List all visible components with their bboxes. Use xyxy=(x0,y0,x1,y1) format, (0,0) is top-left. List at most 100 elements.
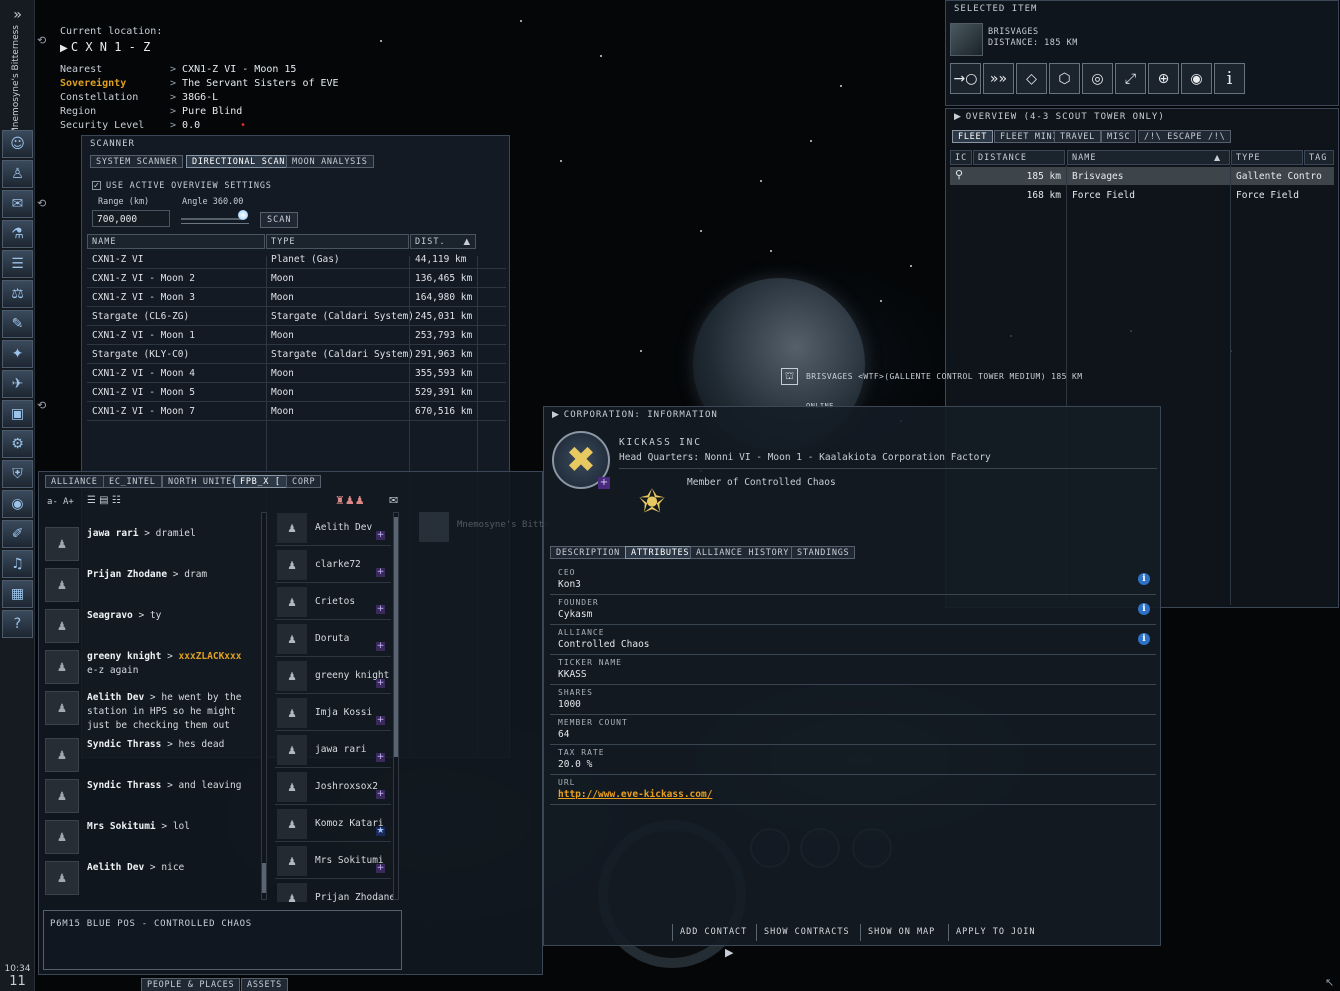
member-scroll-thumb[interactable] xyxy=(394,517,398,757)
scan-result-row[interactable]: CXN1-Z VI - Moon 2 Moon 136,465 km xyxy=(87,269,506,288)
tab-system-scanner[interactable]: SYSTEM SCANNER xyxy=(90,155,184,168)
info-icon[interactable]: i xyxy=(1138,573,1150,585)
member-list-item[interactable]: ♟ Doruta + xyxy=(275,622,391,657)
overview-tab[interactable]: /!\ ESCAPE /!\ xyxy=(1138,130,1232,143)
look-at-icon[interactable]: ◉ xyxy=(1181,63,1212,94)
corp-title[interactable]: ▶ CORPORATION: INFORMATION xyxy=(544,407,1160,423)
corporation-info-window[interactable]: ▶ CORPORATION: INFORMATION ✖ + KICKASS I… xyxy=(543,406,1161,946)
corp-show-on-map-button[interactable]: SHOW ON MAP xyxy=(860,924,942,941)
science-icon[interactable]: ⚗ xyxy=(2,220,33,248)
location-value[interactable]: CXN1-Z VI - Moon 15 xyxy=(170,64,296,75)
col-name[interactable]: NAME xyxy=(87,234,265,249)
location-value[interactable]: The Servant Sisters of EVE xyxy=(170,78,339,89)
member-scrollbar[interactable] xyxy=(393,512,399,900)
use-overview-checkbox[interactable]: ✓ xyxy=(92,181,101,190)
chat-window[interactable]: ALLIANCE EC_INTEL NORTH UNITEC FPB_X [CORP … xyxy=(38,471,549,975)
avatar[interactable]: ♟ xyxy=(277,772,307,802)
overview-col-type[interactable]: TYPE xyxy=(1231,150,1303,165)
overview-col-ic[interactable]: IC xyxy=(950,150,972,165)
col-dist[interactable]: DIST. ▲ xyxy=(410,234,476,249)
avatar[interactable]: ♟ xyxy=(277,735,307,765)
member-list[interactable]: ♟ Aelith Dev + ♟ clarke72 + ♟ Crietos + ♟ Doruta + ♟… xyxy=(39,508,399,902)
scan-result-row[interactable]: CXN1-Z VI - Moon 4 Moon 355,593 km xyxy=(87,364,506,383)
corp-tab[interactable]: DESCRIPTION xyxy=(550,546,626,559)
map-icon[interactable]: ✦ xyxy=(2,340,33,368)
overview-row[interactable]: 168 km Force Field Force Field xyxy=(950,186,1334,204)
warp-icon[interactable]: »» xyxy=(983,63,1014,94)
notepad-icon[interactable]: ✐ xyxy=(2,520,33,548)
scanner-title[interactable]: SCANNER xyxy=(82,136,509,152)
chat-tab[interactable]: NORTH UNITEC xyxy=(162,475,244,488)
calculator-icon[interactable]: ▦ xyxy=(2,580,33,608)
angle-slider[interactable] xyxy=(181,210,249,224)
bracket-label[interactable]: BRISVAGES <WTF>(GALLENTE CONTROL TOWER M… xyxy=(806,372,1082,381)
control-tower-bracket-icon[interactable]: ⛫ xyxy=(781,368,798,385)
list-view-icon[interactable]: ☰ ▤ ☷ xyxy=(87,495,121,506)
member-list-item[interactable]: ♟ Crietos + xyxy=(275,585,391,620)
corporation-icon[interactable]: ⚙ xyxy=(2,430,33,458)
collapse-icon[interactable]: ⟲ xyxy=(37,34,46,47)
font-decrease-button[interactable]: a- xyxy=(47,497,58,507)
open-cargo-icon[interactable]: ◇ xyxy=(1016,63,1047,94)
alliance-logo[interactable]: ✬ xyxy=(626,475,678,527)
overview-tab[interactable]: MISC xyxy=(1101,130,1137,143)
audio-icon[interactable]: ♫ xyxy=(2,550,33,578)
captain-icon[interactable]: ☺ xyxy=(2,130,33,158)
play-icon[interactable]: ▶ xyxy=(725,946,733,959)
market-icon[interactable]: ⚖ xyxy=(2,280,33,308)
member-list-item[interactable]: ♟ Joshroxsox2 + xyxy=(275,770,391,805)
member-list-item[interactable]: ♟ Imja Kossi + xyxy=(275,696,391,731)
corp-add-contact-button[interactable]: ADD CONTACT xyxy=(672,924,754,941)
avatar[interactable]: ♟ xyxy=(277,513,307,543)
member-list-item[interactable]: ♟ Prijan Zhodane xyxy=(275,881,395,902)
chat-tab[interactable]: ALLIANCE xyxy=(45,475,104,488)
member-list-item[interactable]: ♟ Mrs Sokitumi + xyxy=(275,844,391,879)
overview-col-name[interactable]: NAME xyxy=(1067,150,1230,165)
collapse-icon[interactable]: ⟲ xyxy=(37,399,46,412)
system-name[interactable]: ▶ C X N 1 - Z xyxy=(60,40,150,54)
scan-result-row[interactable]: Stargate (KLY-C0) Stargate (Caldari Syste… xyxy=(87,345,506,364)
range-input[interactable]: 700,000 xyxy=(92,210,170,227)
avatar[interactable]: ♟ xyxy=(277,698,307,728)
avatar[interactable]: ♟ xyxy=(277,550,307,580)
scan-button[interactable]: SCAN xyxy=(260,212,299,228)
journal-icon[interactable]: ☰ xyxy=(2,250,33,278)
scan-result-row[interactable]: CXN1-Z VI - Moon 3 Moon 164,980 km xyxy=(87,288,506,307)
alliance-icon[interactable]: ⛨ xyxy=(2,460,33,488)
avatar[interactable]: ♟ xyxy=(277,661,307,691)
overview-row[interactable]: ⚲ 185 km Brisvages Gallente Contro xyxy=(950,167,1334,185)
avatar[interactable]: ♟ xyxy=(277,624,307,654)
location-value[interactable]: 0.0 xyxy=(170,120,200,131)
attribute-value[interactable]: http://www.eve-kickass.com/ xyxy=(558,789,712,800)
chat-bubble-icon[interactable]: ✉ xyxy=(389,494,398,507)
corp-show-contracts-button[interactable]: SHOW CONTRACTS xyxy=(756,924,857,941)
corp-tab[interactable]: ATTRIBUTES xyxy=(625,546,696,559)
info-icon[interactable]: i xyxy=(1138,633,1150,645)
col-type[interactable]: TYPE xyxy=(266,234,409,249)
avatar[interactable]: ♟ xyxy=(277,587,307,617)
selected-item-window[interactable]: SELECTED ITEM BRISVAGES DISTANCE: 185 KM… xyxy=(945,0,1339,106)
location-value[interactable]: Pure Blind xyxy=(170,106,242,117)
member-list-item[interactable]: ♟ Komoz Katari ★ xyxy=(275,807,391,842)
people-icon[interactable]: ♙ xyxy=(2,160,33,188)
overview-tab[interactable]: FLEET xyxy=(952,130,994,143)
tab-moon-analysis[interactable]: MOON ANALYSIS xyxy=(286,155,374,168)
approach-icon[interactable]: →○ xyxy=(950,63,981,94)
orbit-icon[interactable]: ◎ xyxy=(1082,63,1113,94)
selected-title[interactable]: SELECTED ITEM xyxy=(946,1,1338,17)
members-icon[interactable]: ♜♟♟ xyxy=(335,494,365,507)
scan-result-row[interactable]: CXN1-Z VI - Moon 5 Moon 529,391 km xyxy=(87,383,506,402)
planet-icon[interactable]: ◉ xyxy=(2,490,33,518)
info-icon[interactable]: i xyxy=(1214,63,1245,94)
tab-assets[interactable]: ASSETS xyxy=(241,978,288,991)
chat-tab[interactable]: EC_INTEL xyxy=(103,475,162,488)
collapse-icon[interactable]: ⟲ xyxy=(37,197,46,210)
tab-directional-scan[interactable]: DIRECTIONAL SCAN xyxy=(186,155,292,168)
chat-tab[interactable]: CORP xyxy=(286,475,322,488)
overview-tab[interactable]: TRAVEL xyxy=(1054,130,1101,143)
member-list-item[interactable]: ♟ jawa rari + xyxy=(275,733,391,768)
overview-col-distance[interactable]: DISTANCE xyxy=(973,150,1065,165)
member-list-item[interactable]: ♟ greeny knight + xyxy=(275,659,391,694)
avatar[interactable]: ♟ xyxy=(277,809,307,839)
scan-result-row[interactable]: CXN1-Z VI Planet (Gas) 44,119 km xyxy=(87,250,506,269)
